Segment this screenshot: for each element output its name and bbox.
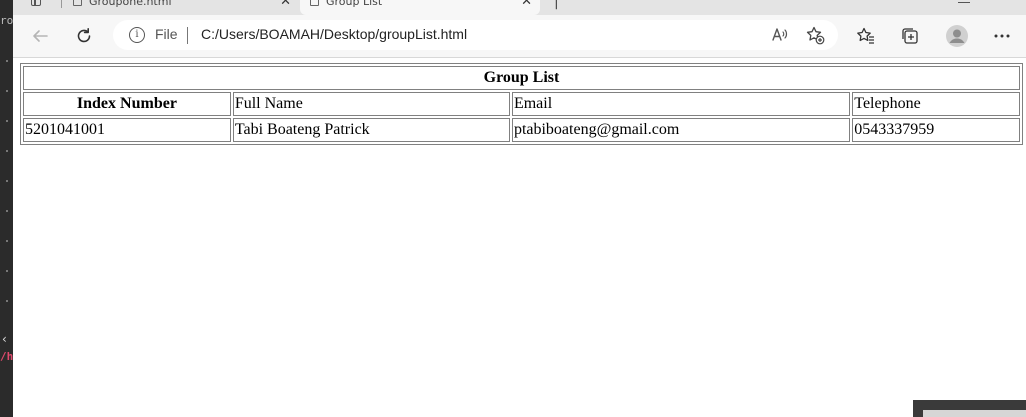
- profile-button[interactable]: [942, 21, 972, 51]
- gutter-dot: [6, 270, 8, 272]
- background-window-strip: ro ‹ /h: [0, 0, 13, 417]
- background-window-fragment: [913, 400, 1026, 417]
- browser-toolbar: i File C:/Users/BOAMAH/Desktop/groupList…: [13, 15, 1026, 58]
- table-caption: Group List: [23, 66, 1020, 90]
- gutter-dot: [6, 240, 8, 242]
- address-divider: [187, 27, 188, 44]
- collections-icon: [902, 28, 918, 44]
- tab-divider: [61, 0, 62, 8]
- tab-groupone[interactable]: Groupone.html ✕: [63, 0, 299, 15]
- refresh-icon: [77, 28, 91, 43]
- table-header-row: Index Number Full Name Email Telephone: [23, 92, 1020, 116]
- column-header-email: Email: [511, 92, 851, 116]
- gutter-dot: [6, 60, 8, 62]
- tab-group-list[interactable]: Group List ✕: [300, 0, 540, 15]
- back-button[interactable]: [25, 21, 55, 51]
- column-header-telephone: Telephone: [852, 92, 1020, 116]
- favorites-icon: [857, 27, 874, 44]
- editor-text-fragment: ro: [0, 14, 14, 27]
- address-bar[interactable]: i File C:/Users/BOAMAH/Desktop/groupList…: [113, 20, 838, 50]
- scheme-label: File: [155, 26, 178, 42]
- refresh-button[interactable]: [69, 21, 99, 51]
- url-text[interactable]: C:/Users/BOAMAH/Desktop/groupList.html: [201, 26, 467, 42]
- cell-index-number: 5201041001: [23, 118, 231, 142]
- gutter-dot: [6, 90, 8, 92]
- page-icon: [310, 0, 319, 6]
- read-aloud-icon[interactable]: [770, 25, 790, 45]
- info-icon[interactable]: i: [129, 27, 145, 43]
- tab-strip: Groupone.html ✕ Group List ✕ |: [13, 0, 1026, 15]
- gutter-dot: [6, 210, 8, 212]
- more-icon: [994, 34, 1010, 38]
- close-icon[interactable]: ✕: [521, 0, 532, 9]
- star-plus-icon[interactable]: [805, 25, 825, 45]
- window-edge: [923, 410, 1026, 417]
- cell-telephone: 0543337959: [852, 118, 1020, 142]
- tab-title: Groupone.html: [89, 0, 172, 8]
- favorites-button[interactable]: [851, 21, 881, 51]
- profile-avatar-icon: [946, 25, 968, 47]
- cell-email: ptabiboateng@gmail.com: [511, 118, 851, 142]
- close-icon[interactable]: ✕: [280, 0, 291, 9]
- more-button[interactable]: [987, 21, 1017, 51]
- gutter-dot: [6, 180, 8, 182]
- chevron-left-icon[interactable]: ‹: [2, 332, 7, 346]
- minimize-icon[interactable]: [958, 2, 970, 3]
- table-caption-row: Group List: [23, 66, 1020, 90]
- cell-full-name: Tabi Boateng Patrick: [232, 118, 510, 142]
- page-icon: [73, 0, 82, 6]
- arrow-left-icon: [33, 30, 48, 42]
- column-header-index-number: Index Number: [23, 92, 231, 116]
- collections-button[interactable]: [895, 21, 925, 51]
- new-tab-icon[interactable]: |: [554, 0, 559, 10]
- gutter-dot: [6, 150, 8, 152]
- column-header-full-name: Full Name: [232, 92, 510, 116]
- browser-window: Groupone.html ✕ Group List ✕ | i File C:…: [13, 0, 1026, 417]
- tab-title: Group List: [326, 0, 383, 8]
- group-list-table: Group List Index Number Full Name Email …: [20, 63, 1023, 145]
- tab-actions-icon[interactable]: [31, 0, 41, 6]
- gutter-dot: [6, 300, 8, 302]
- editor-text-fragment: /h: [0, 350, 14, 363]
- gutter-dot: [6, 120, 8, 122]
- table-row: 5201041001 Tabi Boateng Patrick ptabiboa…: [23, 118, 1020, 142]
- page-content: Group List Index Number Full Name Email …: [13, 58, 1026, 417]
